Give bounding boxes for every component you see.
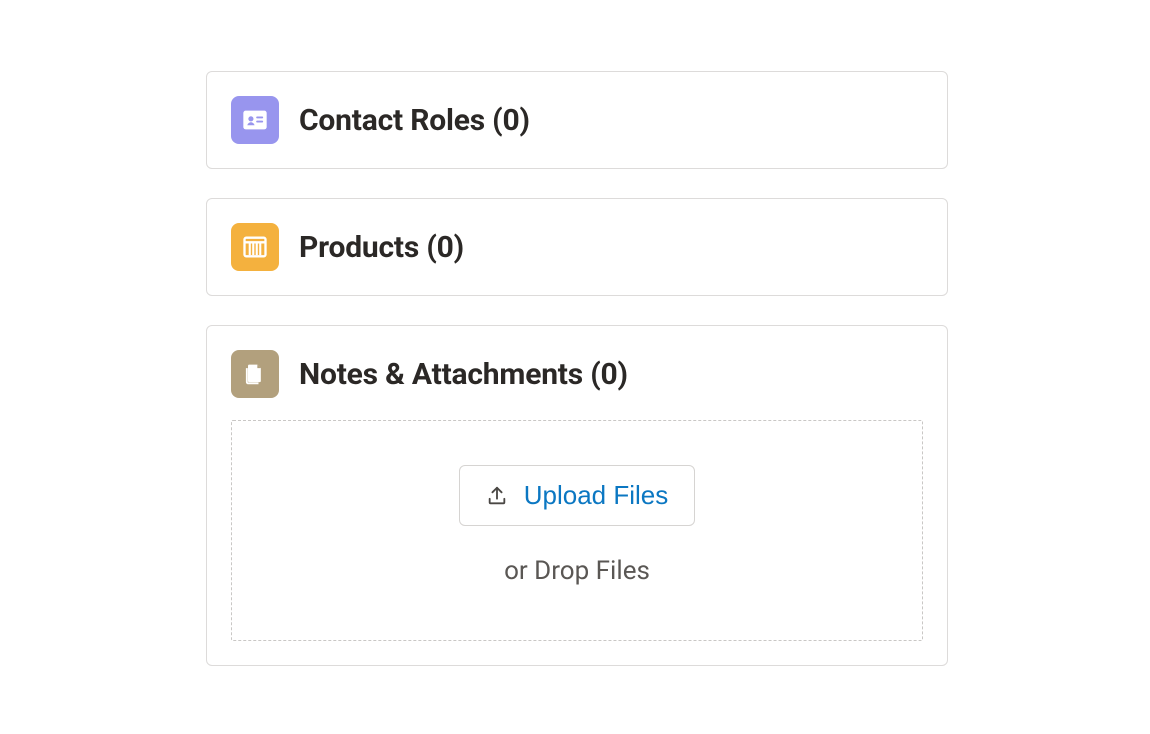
upload-files-label: Upload Files <box>524 480 669 511</box>
products-card: Products (0) <box>206 198 948 296</box>
upload-files-button[interactable]: Upload Files <box>459 465 696 526</box>
products-title: Products (0) <box>299 230 464 265</box>
file-dropzone[interactable]: Upload Files or Drop Files <box>231 420 923 641</box>
products-icon <box>231 223 279 271</box>
notes-attachments-card: Notes & Attachments (0) Upload Files or … <box>206 325 948 666</box>
contact-roles-icon <box>231 96 279 144</box>
notes-attachments-title: Notes & Attachments (0) <box>299 357 628 392</box>
notes-attachments-icon <box>231 350 279 398</box>
upload-icon <box>486 485 508 507</box>
contact-roles-header[interactable]: Contact Roles (0) <box>231 96 923 144</box>
contact-roles-title: Contact Roles (0) <box>299 103 530 138</box>
drop-files-text: or Drop Files <box>504 556 650 586</box>
contact-roles-card: Contact Roles (0) <box>206 71 948 169</box>
notes-attachments-header[interactable]: Notes & Attachments (0) <box>231 350 923 398</box>
products-header[interactable]: Products (0) <box>231 223 923 271</box>
